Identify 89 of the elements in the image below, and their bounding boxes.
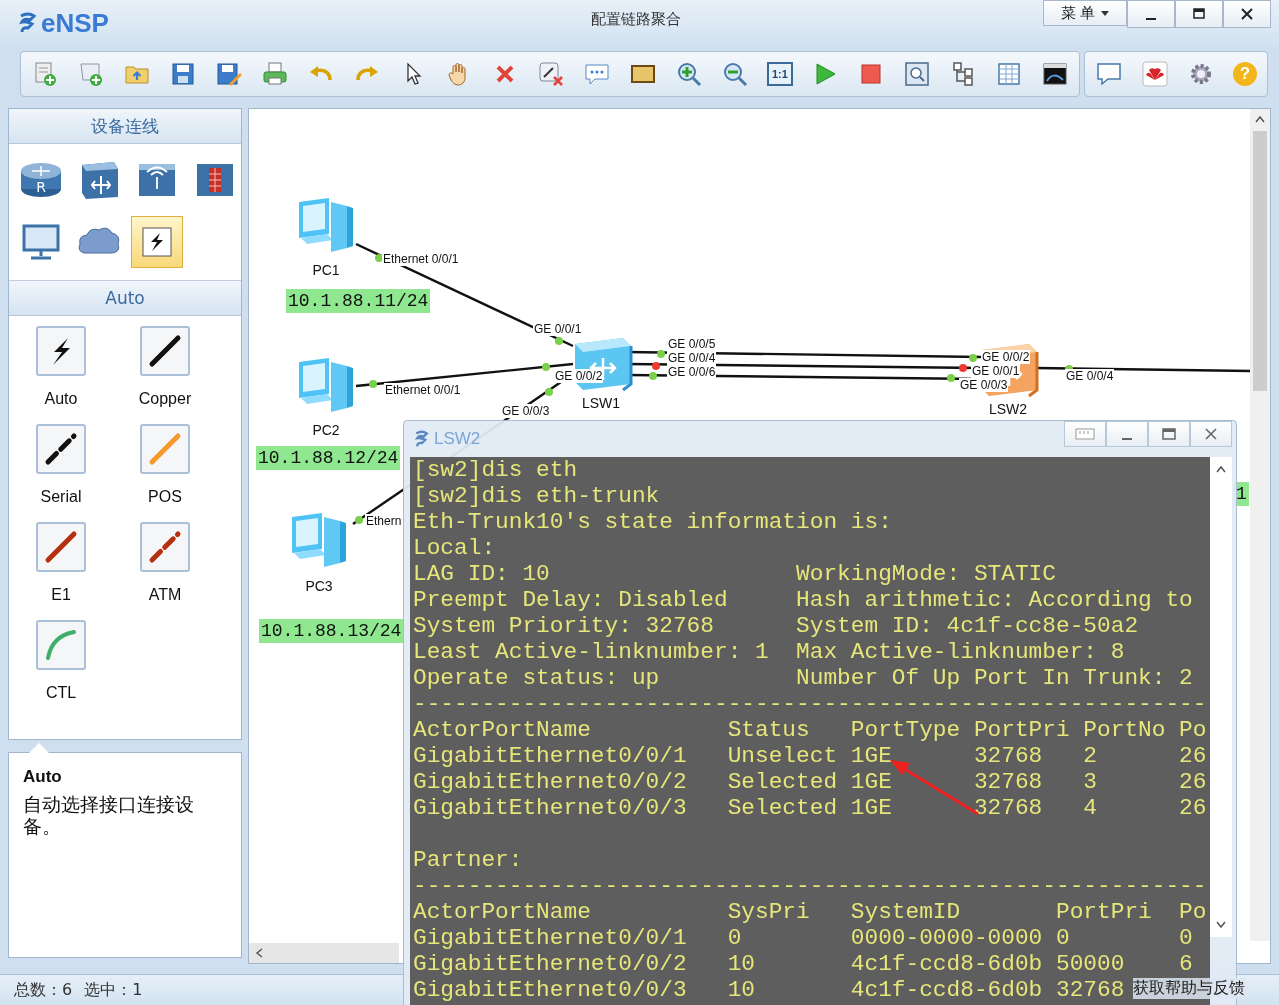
port-label: GE 0/0/2: [981, 350, 1031, 364]
port-label: GE 0/0/3: [501, 404, 551, 418]
console-title: LSW2: [434, 429, 481, 449]
terminal-line: GigabitEthernet0/0/3 Selected 1GE 32768 4 26: [412, 795, 1207, 821]
lightning-icon[interactable]: [36, 326, 86, 376]
info-title: Auto: [23, 767, 63, 787]
app-logo: eNSP: [41, 7, 109, 39]
scrollbar-thumb[interactable]: [1253, 131, 1267, 391]
caret-icon: [1101, 10, 1110, 16]
delete-link-icon[interactable]: [537, 60, 565, 88]
save-as-icon[interactable]: [215, 60, 243, 88]
cable-label: Auto: [44, 390, 78, 408]
maximize-icon: [1193, 8, 1205, 20]
maximize-icon: [1162, 428, 1176, 440]
device-item[interactable]: [131, 216, 183, 268]
ip-label: 10.1.88.11/24: [286, 289, 431, 313]
port-label: GE 0/0/3: [959, 378, 1009, 392]
terminal-line: GigabitEthernet0/0/3 10 4c1f-ccd8-6d0b 32768: [412, 977, 1125, 1003]
terminal-line: ----------------------------------------------------------: [412, 691, 1207, 717]
terminal-line: Preempt Delay: Disabled Hash arithmetic: According to: [412, 587, 1193, 613]
window-title: 配置链路聚合: [590, 10, 682, 29]
help-feedback-link[interactable]: 获取帮助与反馈: [1133, 978, 1245, 999]
cable-label: CTL: [45, 684, 77, 702]
flower-logo-icon[interactable]: [1140, 60, 1169, 88]
terminal-line: ActorPortName SysPri SystemID PortPri Po: [412, 899, 1207, 925]
ip-label: 10.1.88.12/24: [256, 446, 401, 470]
maximize-button[interactable]: [1175, 0, 1223, 28]
port-label: GE 0/0/4: [667, 351, 717, 365]
info-description: 自动选择接口连接设备。: [23, 793, 195, 837]
zoom-in-icon[interactable]: [675, 60, 703, 88]
save-icon[interactable]: [169, 60, 197, 88]
total-count: 总数：6: [14, 979, 73, 1001]
terminal-line: Operate status: up Number Of Up Port In Trunk: 2: [412, 665, 1193, 691]
logo-icon: [414, 430, 430, 448]
selected-count: 选中：1: [84, 979, 143, 1001]
device-label: PC3: [304, 578, 334, 594]
terminal-line: [sw2]dis eth-trunk: [412, 483, 660, 509]
minimize-icon: [1122, 438, 1132, 440]
terminal-line: GigabitEthernet0/0/1 0 0000-0000-0000 0 0: [412, 925, 1193, 951]
new-page-icon[interactable]: [77, 60, 105, 88]
port-label: GE 0/0/1: [971, 364, 1021, 378]
panel-header: Auto: [9, 281, 241, 316]
logo-icon: [18, 12, 38, 34]
port-label: GE 0/0/4: [1065, 369, 1115, 383]
device-label: LSW2: [987, 401, 1029, 417]
port-label: Ethernet 0/0/1: [382, 252, 460, 266]
terminal-line: GigabitEthernet0/0/2 Selected 1GE 32768 3 26: [412, 769, 1207, 795]
port-label: GE 0/0/6: [667, 365, 717, 379]
terminal-line: Local:: [412, 535, 496, 561]
device-label: PC2: [311, 422, 341, 438]
port-label: Ethern: [365, 514, 403, 528]
port-label: GE 0/0/5: [667, 337, 717, 351]
vertical-scrollbar[interactable]: [1250, 109, 1270, 941]
close-button[interactable]: [1223, 0, 1271, 28]
terminal-line: Partner:: [412, 846, 523, 873]
cable-label: Copper: [138, 390, 192, 408]
cable-label: Serial: [40, 488, 82, 506]
minimize-icon: [1146, 18, 1156, 20]
ip-label: 10.1.88.13/24: [259, 619, 404, 643]
terminal-line: GigabitEthernet0/0/2 10 4c1f-ccd8-6d0b 50000 6: [412, 951, 1193, 977]
vertical-scrollbar[interactable]: [1210, 457, 1232, 937]
close-icon: [1205, 428, 1217, 440]
terminal-line: ----------------------------------------------------------: [412, 873, 1207, 899]
terminal-line: LAG ID: 10 WorkingMode: STATIC: [412, 561, 1056, 587]
panel-header: 设备连线: [9, 109, 241, 144]
horizontal-scrollbar[interactable]: [249, 943, 399, 963]
port-label: GE 0/0/1: [533, 322, 583, 336]
device-label: LSW1: [580, 395, 622, 411]
port-label: GE 0/0/2: [554, 369, 604, 383]
device-label: PC1: [311, 262, 341, 278]
terminal-line: Least Active-linknumber: 1 Max Active-linknumber: 8: [412, 639, 1125, 665]
print-icon[interactable]: [261, 60, 289, 88]
menu-button[interactable]: 菜 单: [1043, 0, 1127, 26]
terminal-line: Eth-Trunk10's state information is:: [412, 509, 892, 535]
terminal-line: [sw2]dis eth: [412, 457, 578, 483]
zoom-out-icon[interactable]: [721, 60, 749, 88]
capture-icon[interactable]: [902, 60, 931, 88]
port-label: Ethernet 0/0/1: [384, 383, 462, 397]
terminal-line: ActorPortName Status PortType PortPri PortNo Po: [412, 717, 1207, 743]
cable-label: ATM: [148, 586, 182, 604]
terminal-icon[interactable]: [1040, 60, 1069, 88]
actual-size-button[interactable]: 1:1: [767, 62, 793, 86]
chat-icon[interactable]: [1094, 60, 1123, 88]
cable-label: POS: [148, 488, 182, 506]
close-icon: [1241, 8, 1253, 20]
terminal-line: System Priority: 32768 System ID: 4c1f-cc8e-50a2: [412, 613, 1139, 639]
cable-label: E1: [51, 586, 71, 604]
tray-icon: [1074, 427, 1096, 441]
terminal-line: GigabitEthernet0/0/1 Unselect 1GE 32768 2 26: [412, 743, 1207, 769]
